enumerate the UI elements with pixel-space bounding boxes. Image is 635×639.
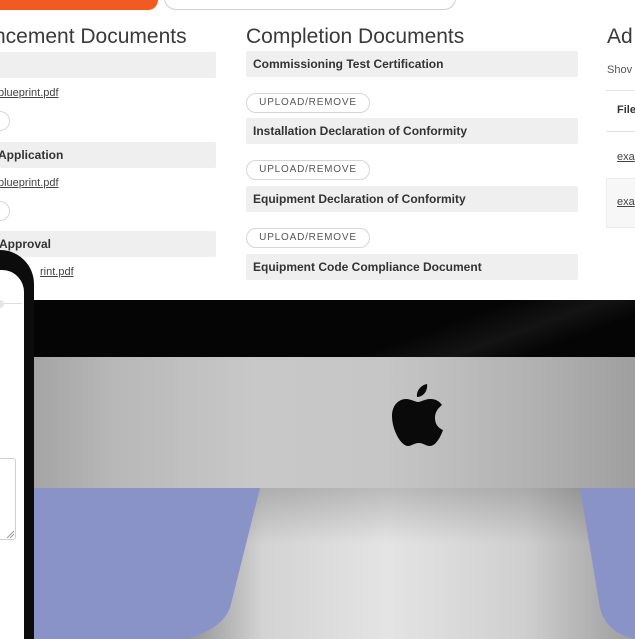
table-divider (606, 131, 635, 132)
commencement-file-link[interactable]: blueprint.pdf (0, 177, 59, 189)
table-divider (606, 90, 635, 91)
upload-remove-button[interactable] (0, 111, 10, 131)
commencement-item-bar: Application (0, 142, 216, 168)
upload-remove-button[interactable] (0, 201, 10, 221)
apple-logo-icon (392, 384, 443, 446)
additional-documents-title: Ad (607, 25, 633, 48)
completion-item-bar: Equipment Code Compliance Document (246, 254, 578, 280)
commencement-file-link[interactable]: blueprint.pdf (0, 87, 59, 99)
show-entries-label: Shov (607, 64, 633, 76)
screenshot-stage: ncement Documents blueprint.pdf Applicat… (0, 0, 635, 639)
commencement-file-link[interactable]: rint.pdf (40, 266, 74, 278)
phone-screen (0, 270, 24, 639)
upload-remove-button[interactable]: UPLOAD/REMOVE (246, 228, 370, 248)
phone-textarea[interactable] (0, 458, 16, 540)
monitor-glare (320, 300, 635, 358)
upload-remove-button[interactable]: UPLOAD/REMOVE (246, 160, 370, 180)
table-header-file: File (617, 104, 635, 116)
commencement-documents-title: ncement Documents (0, 25, 187, 48)
top-search-input[interactable] (164, 0, 456, 10)
completion-item-bar: Equipment Declaration of Conformity (246, 186, 578, 212)
completion-item-bar: Commissioning Test Certification (246, 51, 578, 77)
completion-documents-title: Completion Documents (246, 25, 465, 48)
commencement-item-bar (0, 52, 216, 78)
commencement-item-bar: Approval (0, 231, 216, 257)
monitor-stand (184, 488, 635, 639)
upload-remove-button[interactable]: UPLOAD/REMOVE (246, 93, 370, 113)
table-row-file-link[interactable]: exa (617, 151, 635, 163)
phone-top-bar (0, 270, 22, 304)
completion-item-bar: Installation Declaration of Conformity (246, 118, 578, 144)
monitor-chin (0, 357, 635, 489)
primary-action-button[interactable] (0, 0, 158, 10)
resize-handle-icon[interactable] (6, 530, 14, 538)
table-row-file-link[interactable]: exa (617, 196, 635, 208)
